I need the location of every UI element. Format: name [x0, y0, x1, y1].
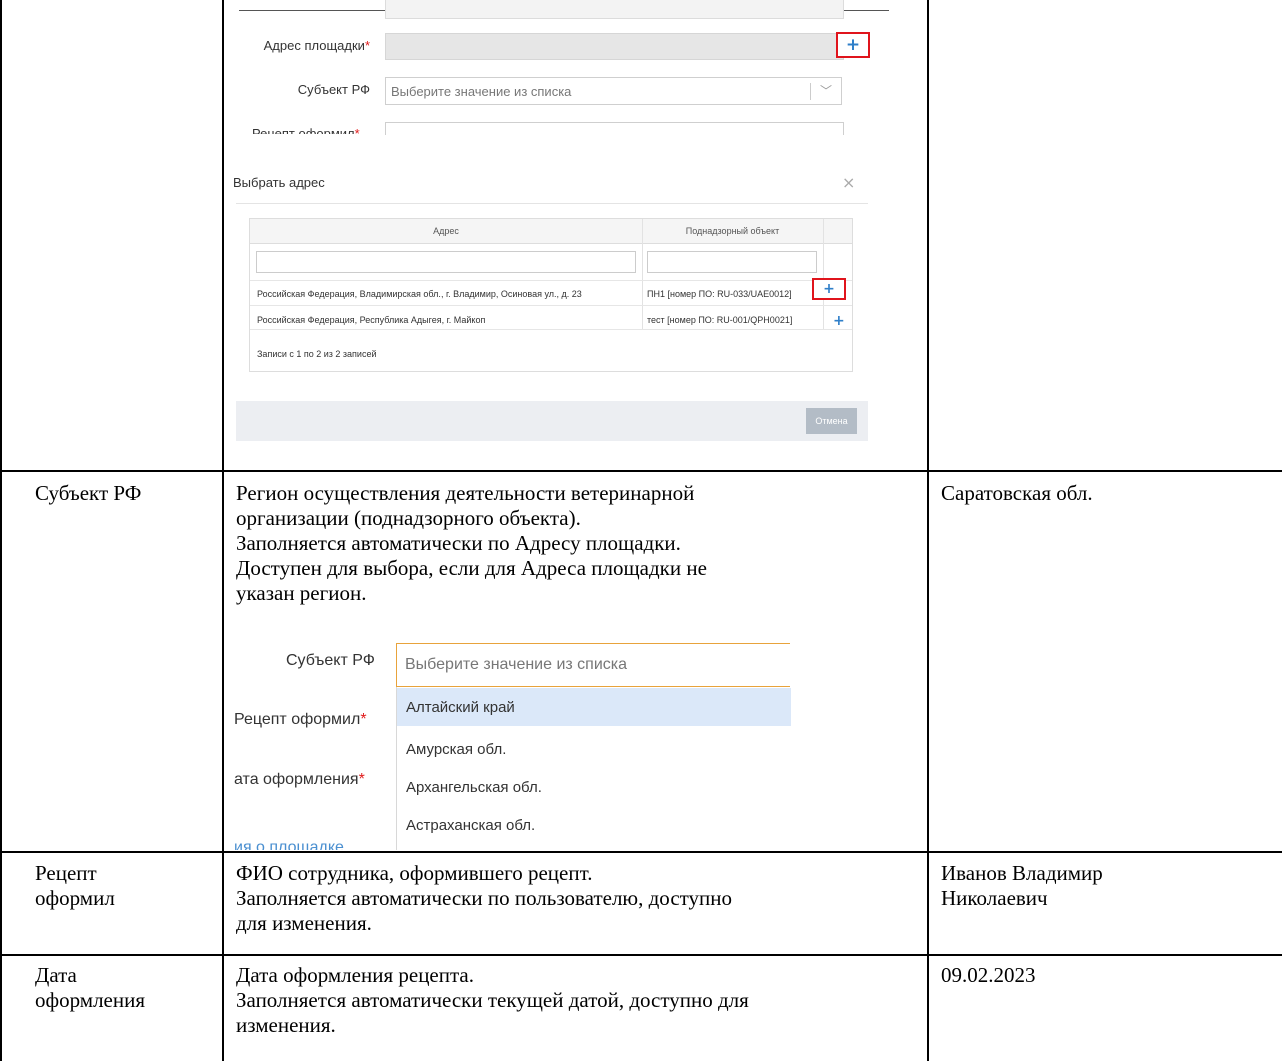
address-cell: Российская Федерация, Республика Адыгея,…	[257, 315, 486, 325]
chevron-down-icon[interactable]: ﹀	[820, 82, 832, 99]
field-example: 09.02.2023	[941, 963, 1036, 987]
select-separator	[810, 83, 811, 100]
table-row-divider	[0, 470, 1282, 472]
column-header-address[interactable]: Адрес	[250, 219, 642, 244]
field-description: Дата оформления рецепта. Заполняется авт…	[236, 963, 749, 1037]
modal-divider	[236, 203, 868, 204]
plus-icon: +	[845, 34, 861, 55]
field-name: Дата оформления	[35, 963, 146, 1012]
date-label: ата оформления*	[234, 771, 365, 788]
site-info-link-cut[interactable]: ия о площадке	[234, 839, 344, 850]
subject-dropdown-list: Алтайский край Амурская обл. Архангельск…	[396, 687, 791, 850]
select-row-button[interactable]: +	[812, 278, 846, 300]
subject-select[interactable]: Выберите значение из списка	[396, 643, 790, 687]
object-filter-input[interactable]	[647, 251, 817, 273]
close-icon[interactable]: ×	[842, 173, 855, 192]
dropdown-option[interactable]: Астраханская обл.	[397, 806, 791, 844]
field-example: Саратовская обл.	[941, 481, 1093, 505]
column-divider	[642, 219, 643, 329]
address-input[interactable]	[385, 33, 844, 60]
object-cell: ПН1 [номер ПО: RU-033/UAE0012]	[647, 289, 792, 299]
dropdown-option[interactable]: Архангельская обл.	[397, 768, 791, 806]
column-divider	[823, 219, 824, 329]
subject-select[interactable]: Выберите значение из списка ﹀	[385, 77, 842, 105]
subject-label: Субъект РФ	[297, 82, 370, 97]
field-name: Субъект РФ	[35, 481, 142, 505]
address-table: Адрес Поднадзорный объект Российская Фед…	[249, 218, 853, 372]
field-example: Иванов Владимир Николаевич	[941, 861, 1103, 910]
address-filter-input[interactable]	[256, 251, 636, 273]
column-header-actions	[823, 219, 852, 244]
dropdown-option[interactable]: Амурская обл.	[397, 730, 791, 768]
subject-label: Субъект РФ	[286, 652, 375, 669]
row-divider	[250, 280, 852, 281]
table-row-divider	[0, 954, 1282, 956]
subject-dropdown-screenshot: Субъект РФ Выберите значение из списка Р…	[224, 640, 927, 850]
document-page: Адрес площадки* + Субъект РФ Выберите зн…	[0, 0, 1282, 1061]
add-address-button[interactable]: +	[836, 32, 870, 58]
column-header-object[interactable]: Поднадзорный объект	[642, 219, 823, 244]
field-name: Рецепт оформил	[35, 861, 115, 910]
plus-icon: +	[823, 281, 835, 297]
address-screenshot: Адрес площадки* + Субъект РФ Выберите зн…	[224, 0, 927, 462]
plus-icon[interactable]: +	[833, 314, 845, 328]
table-row-divider	[0, 851, 1282, 853]
address-cell: Российская Федерация, Владимирская обл.,…	[257, 289, 582, 299]
previous-field-bottom	[385, 0, 844, 19]
modal-title: Выбрать адрес	[233, 175, 325, 190]
modal-footer	[236, 401, 868, 441]
dropdown-option[interactable]: Алтайский край	[397, 688, 791, 726]
object-cell: тест [номер ПО: RU-001/QPH0021]	[647, 315, 793, 325]
recipe-label-cut: Рецепт оформил*	[252, 126, 360, 134]
records-info: Записи с 1 по 2 из 2 записей	[257, 349, 377, 359]
row-divider	[250, 305, 852, 306]
table-border-col2	[927, 0, 929, 1061]
recipe-label: Рецепт оформил*	[234, 711, 367, 728]
field-description: ФИО сотрудника, оформившего рецепт. Запо…	[236, 861, 733, 935]
field-description: Регион осуществления деятельности ветери…	[236, 481, 707, 605]
cancel-button[interactable]: Отмена	[806, 408, 857, 434]
recipe-input-cut[interactable]	[385, 122, 844, 135]
subject-placeholder: Выберите значение из списка	[391, 84, 572, 99]
table-border-left	[0, 0, 2, 1061]
row-divider	[250, 329, 852, 330]
address-label: Адрес площадки*	[263, 38, 370, 53]
subject-placeholder: Выберите значение из списка	[405, 656, 628, 673]
